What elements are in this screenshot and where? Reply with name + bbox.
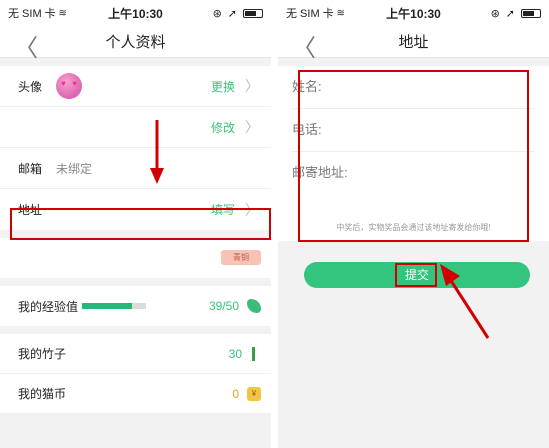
chevron-right-icon: 〉 bbox=[245, 78, 259, 94]
email-label: 邮箱 bbox=[18, 161, 43, 176]
profile-group: 头像 更换 〉 修改 〉 邮箱 未绑定 地址 填写 〉 bbox=[0, 66, 271, 230]
arrow-down-icon bbox=[150, 120, 164, 184]
avatar bbox=[56, 73, 83, 99]
address-highlight-box bbox=[10, 208, 271, 240]
email-row[interactable]: 邮箱 未绑定 bbox=[0, 148, 271, 189]
chevron-right-icon: 〉 bbox=[245, 119, 259, 135]
screen-divider bbox=[271, 0, 278, 448]
edit-phone-button[interactable]: 修改 bbox=[211, 119, 235, 136]
nav-bar: 〈 个人资料 bbox=[0, 26, 271, 62]
page-title: 地址 bbox=[398, 34, 429, 51]
back-icon[interactable]: 〈 bbox=[292, 28, 316, 63]
status-bar: 无 SIM 卡 ≋ 上午10:30 ⊛ ➚ bbox=[278, 0, 549, 26]
submit-highlight-box bbox=[395, 263, 437, 287]
bamboo-value: 30 bbox=[228, 346, 242, 361]
email-value: 未绑定 bbox=[56, 161, 93, 176]
back-icon[interactable]: 〈 bbox=[14, 28, 38, 63]
avatar-label: 头像 bbox=[18, 79, 43, 94]
exp-progress-fill bbox=[82, 303, 132, 309]
exp-row: 我的经验值 39/50 bbox=[0, 286, 271, 326]
arrow-up-left-icon bbox=[440, 264, 490, 339]
form-highlight-box bbox=[298, 70, 529, 242]
leaf-icon bbox=[247, 299, 261, 313]
rank-badge: 青铜 bbox=[221, 250, 261, 265]
coins-label: 我的猫币 bbox=[18, 387, 67, 401]
coins-value: 0 bbox=[232, 386, 239, 401]
avatar-row[interactable]: 头像 更换 〉 bbox=[0, 66, 271, 107]
clock: 上午10:30 bbox=[108, 6, 163, 21]
clock: 上午10:30 bbox=[386, 6, 441, 21]
battery-icon bbox=[521, 8, 541, 18]
bamboo-label: 我的竹子 bbox=[18, 347, 67, 361]
exp-progress-bar bbox=[82, 303, 147, 309]
badge-row: 青铜 bbox=[0, 238, 271, 278]
nav-bar: 〈 地址 bbox=[278, 26, 549, 62]
page-title: 个人资料 bbox=[105, 34, 166, 51]
battery-icon bbox=[243, 8, 263, 18]
change-avatar-button[interactable]: 更换 bbox=[211, 78, 235, 95]
exp-label: 我的经验值 bbox=[18, 299, 79, 314]
coin-icon: ¥ bbox=[247, 386, 261, 401]
profile-screen: 无 SIM 卡 ≋ 上午10:30 ⊛➚ 〈 个人资料 头像 更换 〉 修改 〉… bbox=[0, 0, 271, 448]
phone-row[interactable]: 修改 〉 bbox=[0, 107, 271, 148]
coins-row: 我的猫币 0 ¥ bbox=[0, 374, 271, 414]
address-screen: 无 SIM 卡 ≋ 上午10:30 ⊛ ➚ 〈 地址 姓名: 电话: 邮寄地址: … bbox=[278, 0, 549, 448]
bamboo-row: 我的竹子 30 bbox=[0, 334, 271, 374]
bamboo-icon bbox=[252, 346, 261, 361]
exp-value: 39/50 bbox=[208, 299, 239, 313]
status-bar: 无 SIM 卡 ≋ 上午10:30 ⊛ ➚ bbox=[0, 0, 271, 26]
